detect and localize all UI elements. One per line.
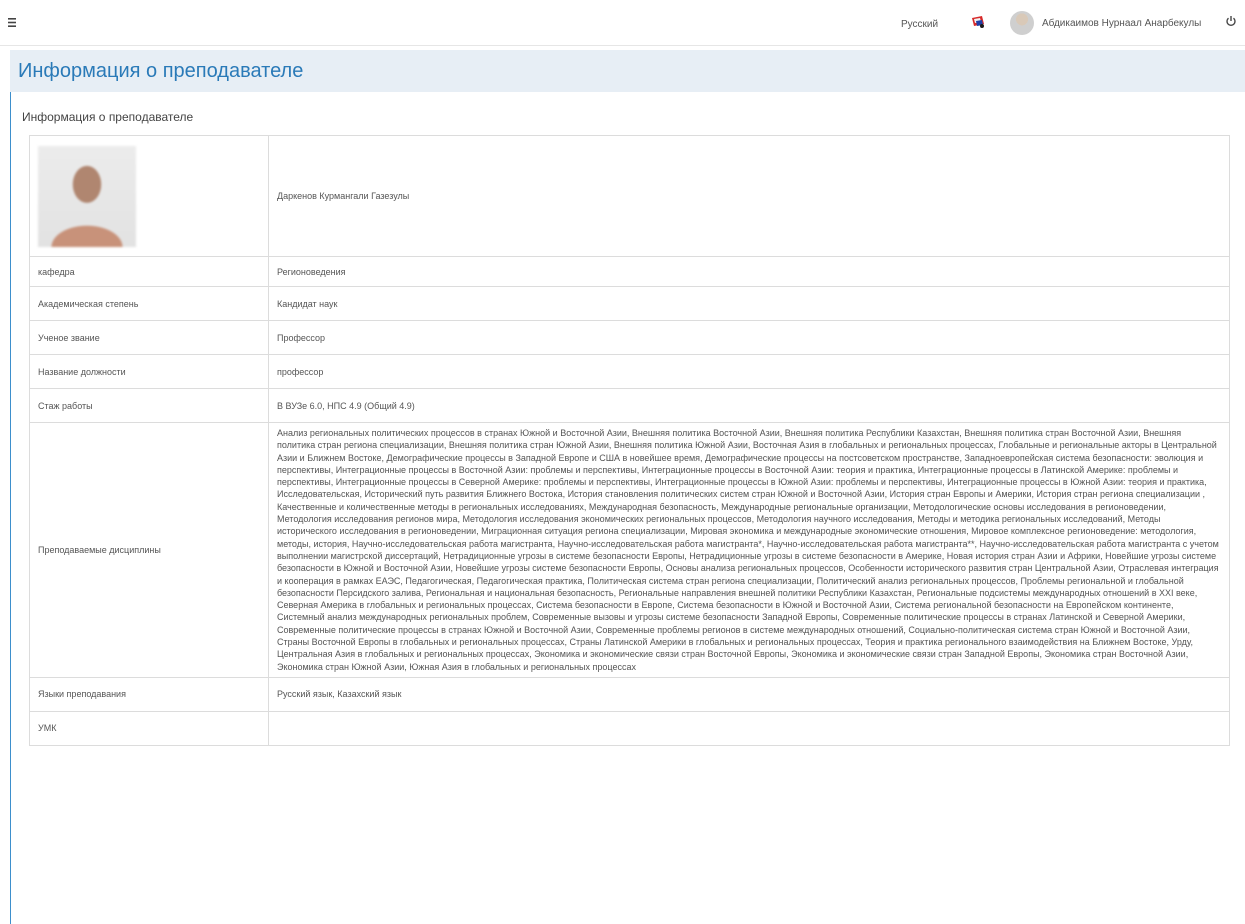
section-title: Информация о преподавателе [22,110,194,124]
top-navbar: Русский Абдикаимов Нурнаал Анарбекулы [0,0,1245,46]
user-name: Абдикаимов Нурнаал Анарбекулы [1042,18,1202,29]
row-value: В ВУЗе 6.0, НПС 4.9 (Общий 4.9) [268,388,1230,423]
row-value: Кандидат наук [268,286,1230,321]
teacher-info-table: Даркенов Курмангали Газезулы кафедра Рег… [29,135,1230,746]
language-selector[interactable]: Русский [901,19,938,30]
disciplines-list: Анализ региональных политических процесс… [268,422,1230,678]
row-label: Академическая степень [29,286,269,321]
table-row: Академическая степень Кандидат наук [29,286,1230,321]
row-value: Русский язык, Казахский язык [268,676,1230,712]
table-row: УМК [29,710,1230,746]
row-label: кафедра [29,256,269,287]
row-value: Профессор [268,320,1230,355]
row-value: профессор [268,354,1230,389]
teacher-name: Даркенов Курмангали Газезулы [268,135,1230,257]
table-row-disciplines: Преподаваемые дисциплины Анализ регионал… [29,422,1230,678]
row-label: Языки преподавания [29,676,269,712]
table-row: Ученое звание Профессор [29,320,1230,355]
row-label: Название должности [29,354,269,389]
content-border [10,92,11,924]
table-row-photo: Даркенов Курмангали Газезулы [29,135,1230,257]
page-header: Информация о преподавателе [10,50,1245,92]
avatar [1010,11,1034,35]
power-icon[interactable] [1225,14,1237,27]
row-label: Преподаваемые дисциплины [29,422,269,678]
flag-icon[interactable] [970,15,986,29]
table-row: Название должности профессор [29,354,1230,389]
table-row: Языки преподавания Русский язык, Казахск… [29,676,1230,712]
teacher-photo [38,145,136,247]
row-label: Стаж работы [29,388,269,423]
photo-cell [29,135,269,257]
page-title: Информация о преподавателе [18,60,304,82]
hamburger-icon[interactable] [8,14,22,30]
table-row: кафедра Регионоведения [29,256,1230,287]
row-value: Регионоведения [268,256,1230,287]
table-row: Стаж работы В ВУЗе 6.0, НПС 4.9 (Общий 4… [29,388,1230,423]
row-value [268,710,1230,746]
row-label: УМК [29,710,269,746]
row-label: Ученое звание [29,320,269,355]
